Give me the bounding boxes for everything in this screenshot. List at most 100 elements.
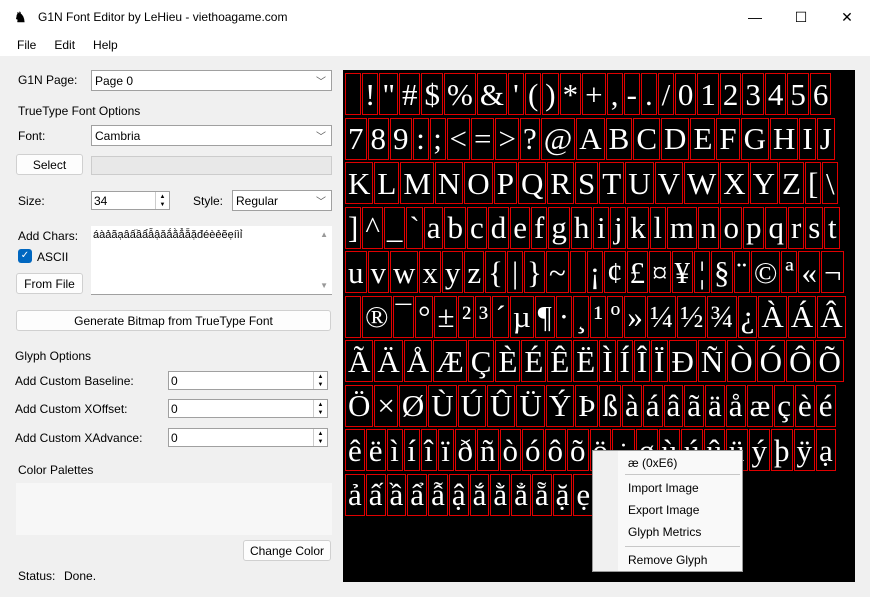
glyph-cell[interactable]: j: [610, 206, 627, 249]
xadvance-spinner[interactable]: ▲ ▼: [313, 429, 327, 446]
glyph-cell[interactable]: ¹: [590, 295, 607, 338]
glyph-cell[interactable]: q: [765, 206, 787, 249]
xadvance-input[interactable]: 0 ▲ ▼: [168, 428, 328, 447]
glyph-cell[interactable]: £: [626, 251, 649, 293]
glyph-cell[interactable]: A: [576, 117, 605, 160]
glyph-cell[interactable]: s: [805, 206, 824, 249]
glyph-cell[interactable]: Ã: [345, 340, 374, 382]
glyph-cell[interactable]: °: [415, 295, 434, 338]
glyph-cell[interactable]: à: [621, 384, 642, 427]
glyph-cell[interactable]: ạ: [816, 429, 836, 471]
glyph-cell[interactable]: Â: [817, 295, 846, 338]
baseline-input[interactable]: 0 ▲ ▼: [168, 371, 328, 390]
generate-bitmap-button[interactable]: Generate Bitmap from TrueType Font: [16, 310, 331, 331]
glyph-cell[interactable]: ¢: [604, 251, 626, 293]
glyph-cell[interactable]: 1: [697, 73, 719, 115]
glyph-cell[interactable]: c: [466, 206, 487, 249]
glyph-cell[interactable]: O: [464, 162, 493, 204]
glyph-cell[interactable]: n: [697, 206, 720, 249]
glyph-cell[interactable]: :: [412, 117, 429, 160]
glyph-cell[interactable]: S: [575, 162, 599, 204]
glyph-cell[interactable]: ï: [437, 429, 454, 471]
glyph-cell[interactable]: ®: [362, 295, 392, 338]
glyph-cell[interactable]: k: [627, 206, 649, 249]
glyph-cell[interactable]: ": [379, 73, 398, 115]
glyph-cell[interactable]: Í: [616, 340, 633, 382]
glyph-cell[interactable]: =: [470, 117, 495, 160]
glyph-cell[interactable]: Á: [787, 295, 817, 338]
glyph-cell[interactable]: ì: [386, 429, 403, 471]
glyph-cell[interactable]: Ø: [398, 384, 428, 427]
glyph-cell[interactable]: x: [419, 251, 441, 293]
glyph-cell[interactable]: ¶: [534, 295, 555, 338]
glyph-cell[interactable]: t: [824, 206, 841, 249]
glyph-cell[interactable]: U: [625, 162, 654, 204]
glyph-cell[interactable]: º: [607, 295, 624, 338]
maximize-button[interactable]: ☐: [778, 0, 824, 34]
glyph-cell[interactable]: é: [815, 384, 836, 427]
glyph-cell[interactable]: r: [787, 206, 805, 249]
glyph-cell[interactable]: Ä: [374, 340, 403, 382]
glyph-cell[interactable]: h: [570, 206, 593, 249]
scroll-down-icon[interactable]: ▼: [320, 281, 328, 290]
glyph-cell[interactable]: +: [582, 73, 606, 115]
glyph-cell[interactable]: L: [374, 162, 400, 204]
glyph-cell[interactable]: ¼: [646, 295, 677, 338]
glyph-cell[interactable]: ¬: [820, 251, 845, 293]
glyph-cell[interactable]: â: [663, 384, 684, 427]
color-palette-area[interactable]: [16, 483, 332, 535]
glyph-cell[interactable]: ?: [519, 117, 540, 160]
glyph-cell[interactable]: ẫ: [428, 473, 448, 516]
glyph-cell[interactable]: @: [540, 117, 576, 160]
glyph-cell[interactable]: .: [640, 73, 657, 115]
glyph-cell[interactable]: *: [559, 73, 582, 115]
glyph-cell[interactable]: [: [804, 162, 822, 204]
glyph-cell[interactable]: 4: [764, 73, 787, 115]
menu-item-export-image[interactable]: Export Image: [628, 503, 699, 517]
glyph-cell[interactable]: o: [720, 206, 742, 249]
glyph-cell[interactable]: y: [441, 251, 464, 293]
glyph-cell[interactable]: \: [822, 162, 839, 204]
glyph-cell[interactable]: J: [816, 117, 835, 160]
glyph-cell[interactable]: ¾: [707, 295, 737, 338]
glyph-cell[interactable]: 3: [742, 73, 764, 115]
glyph-cell[interactable]: ò: [499, 429, 522, 471]
glyph-cell[interactable]: (: [524, 73, 542, 115]
glyph-cell[interactable]: ': [507, 73, 524, 115]
glyph-cell[interactable]: Ð: [668, 340, 697, 382]
glyph-cell[interactable]: [345, 295, 361, 338]
size-input[interactable]: 34 ▲ ▼: [91, 191, 170, 210]
glyph-cell[interactable]: ẹ: [573, 473, 594, 516]
glyph-cell[interactable]: R: [547, 162, 575, 204]
glyph-cell[interactable]: É: [521, 340, 547, 382]
glyph-cell[interactable]: å: [725, 384, 746, 427]
glyph-cell[interactable]: ): [542, 73, 559, 115]
glyph-cell[interactable]: _: [383, 206, 406, 249]
glyph-cell[interactable]: ~: [545, 251, 569, 293]
menu-item-import-image[interactable]: Import Image: [628, 481, 699, 495]
glyph-cell[interactable]: ẵ: [531, 473, 552, 516]
glyph-cell[interactable]: Ç: [467, 340, 495, 382]
glyph-cell[interactable]: ^: [362, 206, 383, 249]
glyph-cell[interactable]: I: [799, 117, 816, 160]
glyph-cell[interactable]: î: [420, 429, 437, 471]
glyph-cell[interactable]: ±: [434, 295, 458, 338]
glyph-cell[interactable]: Î: [633, 340, 651, 382]
glyph-cell[interactable]: ắ: [469, 473, 490, 516]
glyph-cell[interactable]: »: [624, 295, 646, 338]
glyph-cell[interactable]: X: [720, 162, 749, 204]
glyph-cell[interactable]: $: [421, 73, 443, 115]
glyph-cell[interactable]: ẩ: [407, 473, 428, 516]
glyph-cell[interactable]: ậ: [448, 473, 469, 516]
glyph-cell[interactable]: e: [510, 206, 530, 249]
glyph-cell[interactable]: &: [476, 73, 507, 115]
glyph-cell[interactable]: ê: [345, 429, 365, 471]
glyph-cell[interactable]: ô: [544, 429, 567, 471]
glyph-cell[interactable]: 7: [345, 117, 367, 160]
glyph-cell[interactable]: -: [623, 73, 640, 115]
glyph-cell[interactable]: Õ: [815, 340, 844, 382]
glyph-cell[interactable]: 0: [674, 73, 697, 115]
glyph-cell[interactable]: ¯: [392, 295, 415, 338]
glyph-cell[interactable]: ó: [522, 429, 544, 471]
baseline-spinner[interactable]: ▲ ▼: [313, 372, 327, 389]
